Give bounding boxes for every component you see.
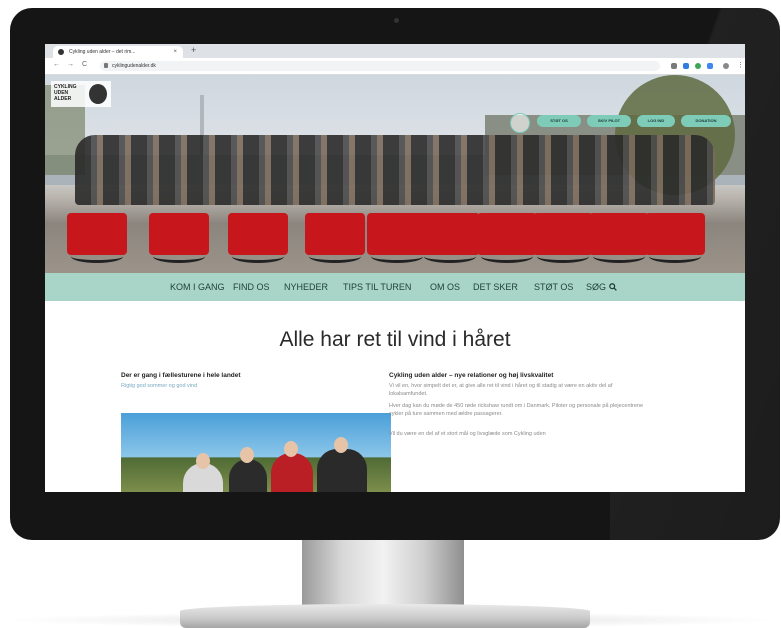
pilot-button[interactable]: SKIV PILOT <box>587 115 631 127</box>
rickshaw <box>228 213 288 263</box>
browser-toolbar: ← → C cyklingudenalder.dk ⋮ <box>45 58 745 75</box>
menu-item-nyheder[interactable]: NYHEDER <box>284 282 328 292</box>
photo-person <box>271 453 313 492</box>
rickshaw <box>420 213 480 263</box>
monitor-stand-neck <box>302 540 464 608</box>
monitor-screen: Cykling uden alder – det rim... × + ← → … <box>45 44 745 492</box>
search-icon <box>608 283 617 291</box>
logo-text: CYKLING UDEN ALDER <box>54 84 77 102</box>
rickshaw <box>477 213 537 263</box>
extension-icon[interactable] <box>683 63 689 69</box>
extension-icon[interactable] <box>671 63 677 69</box>
menu-item-find-os[interactable]: FIND OS <box>233 282 270 292</box>
address-bar[interactable]: cyklingudenalder.dk <box>100 61 660 71</box>
photo-face <box>284 441 298 457</box>
browser-tab-bar: Cykling uden alder – det rim... × + <box>45 44 745 58</box>
reload-button[interactable]: C <box>82 61 87 68</box>
right-column-paragraph: Hver dag kan du møde de 450 røde ricksha… <box>389 403 644 417</box>
photo-face <box>196 453 210 469</box>
profile-avatar[interactable] <box>723 63 729 69</box>
extension-icon[interactable] <box>707 63 713 69</box>
search-label: SØG <box>586 282 607 292</box>
photo-person <box>317 449 367 492</box>
hero-badge-icon[interactable] <box>510 113 530 133</box>
rickshaw <box>305 213 365 263</box>
lock-icon <box>104 63 108 68</box>
photo-face <box>334 437 348 453</box>
menu-item-soeg[interactable]: SØG <box>586 282 617 292</box>
site-logo[interactable]: CYKLING UDEN ALDER <box>51 81 111 107</box>
extension-icon[interactable] <box>695 63 701 69</box>
main-menu: KOM I GANG FIND OS NYHEDER TIPS TIL TURE… <box>45 273 745 301</box>
photo-person <box>229 459 267 492</box>
rickshaw <box>589 213 649 263</box>
left-column-subtitle[interactable]: Rigtig god sommer og god vind <box>121 382 197 390</box>
photo-face <box>240 447 254 463</box>
right-column-paragraph: Vil du være en del af et stort mål og li… <box>389 431 546 437</box>
forward-button[interactable]: → <box>67 61 74 68</box>
new-tab-button[interactable]: + <box>191 45 196 55</box>
hero-image: CYKLING UDEN ALDER STØT OS SKIV PILOT LO… <box>45 75 745 273</box>
article-photo[interactable] <box>121 413 391 492</box>
menu-item-det-sker[interactable]: DET SKER <box>473 282 518 292</box>
rickshaw <box>533 213 593 263</box>
menu-item-tips[interactable]: TIPS TIL TUREN <box>343 282 411 292</box>
hero-crowd <box>75 135 715 205</box>
rickshaw <box>67 213 127 263</box>
rickshaw-logo-icon <box>89 84 107 104</box>
browser-menu-icon[interactable]: ⋮ <box>737 61 744 69</box>
donation-button[interactable]: DONATION <box>681 115 731 127</box>
support-button[interactable]: STØT OS <box>537 115 581 127</box>
monitor-stand-base <box>180 604 590 628</box>
menu-item-kom-i-gang[interactable]: KOM I GANG <box>170 282 225 292</box>
camera-icon <box>394 18 399 23</box>
favicon-icon <box>58 49 64 55</box>
right-column-title: Cykling uden alder – nye relationer og h… <box>389 372 554 379</box>
rickshaw <box>367 213 427 263</box>
login-button[interactable]: LOG IND <box>637 115 675 127</box>
browser-tab[interactable]: Cykling uden alder – det rim... × <box>53 46 183 58</box>
menu-item-stoet-os[interactable]: STØT OS <box>534 282 573 292</box>
back-button[interactable]: ← <box>53 61 60 68</box>
tab-title: Cykling uden alder – det rim... <box>69 49 136 55</box>
page-headline: Alle har ret til vind i håret <box>279 328 511 351</box>
right-column-paragraph: Vi vil en, hvor simpelt det er, at give … <box>389 383 613 397</box>
left-column-title[interactable]: Der er gang i fællesturene i hele landet <box>121 372 241 379</box>
rickshaw <box>149 213 209 263</box>
menu-item-om-os[interactable]: OM OS <box>430 282 460 292</box>
close-tab-icon[interactable]: × <box>173 46 177 58</box>
url-text: cyklingudenalder.dk <box>112 63 156 69</box>
rickshaw <box>645 213 705 263</box>
